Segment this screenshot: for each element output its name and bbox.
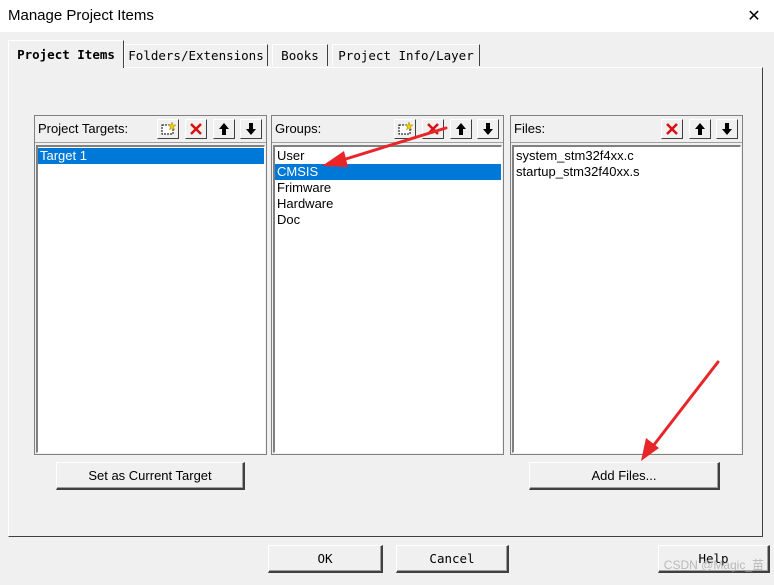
new-item-icon xyxy=(398,122,413,135)
arrow-up-icon xyxy=(219,123,229,135)
move-target-down-button[interactable] xyxy=(240,119,262,139)
list-item-file[interactable]: system_stm32f4xx.c xyxy=(514,148,740,164)
tab-project-items[interactable]: Project Items xyxy=(8,40,124,68)
new-group-button[interactable] xyxy=(394,119,416,139)
groups-list[interactable]: User CMSIS Frimware Hardware Doc xyxy=(273,145,502,453)
watermark: CSDN @Magic_苗 xyxy=(663,558,764,572)
list-item-group[interactable]: Frimware xyxy=(275,180,501,196)
window-title: Manage Project Items xyxy=(8,7,154,24)
files-label: Files: xyxy=(514,121,546,136)
arrow-up-icon xyxy=(695,123,705,135)
list-item-group-selected[interactable]: CMSIS xyxy=(275,164,501,180)
files-header: Files: xyxy=(511,116,742,143)
list-item-group[interactable]: Hardware xyxy=(275,196,501,212)
tab-strip: Project Items Folders/Extensions Books P… xyxy=(0,36,774,68)
tab-project-info-layer[interactable]: Project Info/Layer xyxy=(332,44,480,66)
title-bar: Manage Project Items ✕ xyxy=(0,0,774,32)
move-group-up-button[interactable] xyxy=(450,119,472,139)
close-icon: ✕ xyxy=(747,8,761,25)
groups-header: Groups: xyxy=(272,116,503,143)
project-targets-header: Project Targets: xyxy=(35,116,266,143)
set-current-target-button[interactable]: Set as Current Target xyxy=(56,462,245,490)
add-files-button[interactable]: Add Files... xyxy=(529,462,720,490)
project-targets-list[interactable]: Target 1 xyxy=(36,145,265,453)
tab-books[interactable]: Books xyxy=(272,44,328,66)
move-file-up-button[interactable] xyxy=(689,119,711,139)
delete-file-button[interactable] xyxy=(661,119,683,139)
files-list[interactable]: system_stm32f4xx.c startup_stm32f40xx.s xyxy=(512,145,741,453)
groups-panel: Groups: User CMSIS Frimware Hardware Doc xyxy=(271,115,504,455)
list-item-file[interactable]: startup_stm32f40xx.s xyxy=(514,164,740,180)
close-button[interactable]: ✕ xyxy=(734,0,774,32)
arrow-down-icon xyxy=(483,123,493,135)
list-item-group[interactable]: Doc xyxy=(275,212,501,228)
cancel-button[interactable]: Cancel xyxy=(396,545,509,573)
list-item-target-1[interactable]: Target 1 xyxy=(38,148,264,164)
list-item-group[interactable]: User xyxy=(275,148,501,164)
groups-label: Groups: xyxy=(275,121,322,136)
delete-target-button[interactable] xyxy=(185,119,207,139)
delete-icon xyxy=(427,123,439,135)
new-item-icon xyxy=(161,122,176,135)
arrow-down-icon xyxy=(722,123,732,135)
delete-group-button[interactable] xyxy=(422,119,444,139)
move-group-down-button[interactable] xyxy=(477,119,499,139)
tab-folders-extensions[interactable]: Folders/Extensions xyxy=(124,44,268,66)
files-panel: Files: system_stm32f4xx.c startup_stm32f… xyxy=(510,115,743,455)
ok-button[interactable]: OK xyxy=(268,545,383,573)
project-targets-label: Project Targets: xyxy=(38,121,129,136)
delete-icon xyxy=(666,123,678,135)
move-file-down-button[interactable] xyxy=(716,119,738,139)
arrow-down-icon xyxy=(246,123,256,135)
delete-icon xyxy=(190,123,202,135)
move-target-up-button[interactable] xyxy=(213,119,235,139)
arrow-up-icon xyxy=(456,123,466,135)
new-target-button[interactable] xyxy=(157,119,179,139)
project-targets-panel: Project Targets: Target 1 xyxy=(34,115,267,455)
